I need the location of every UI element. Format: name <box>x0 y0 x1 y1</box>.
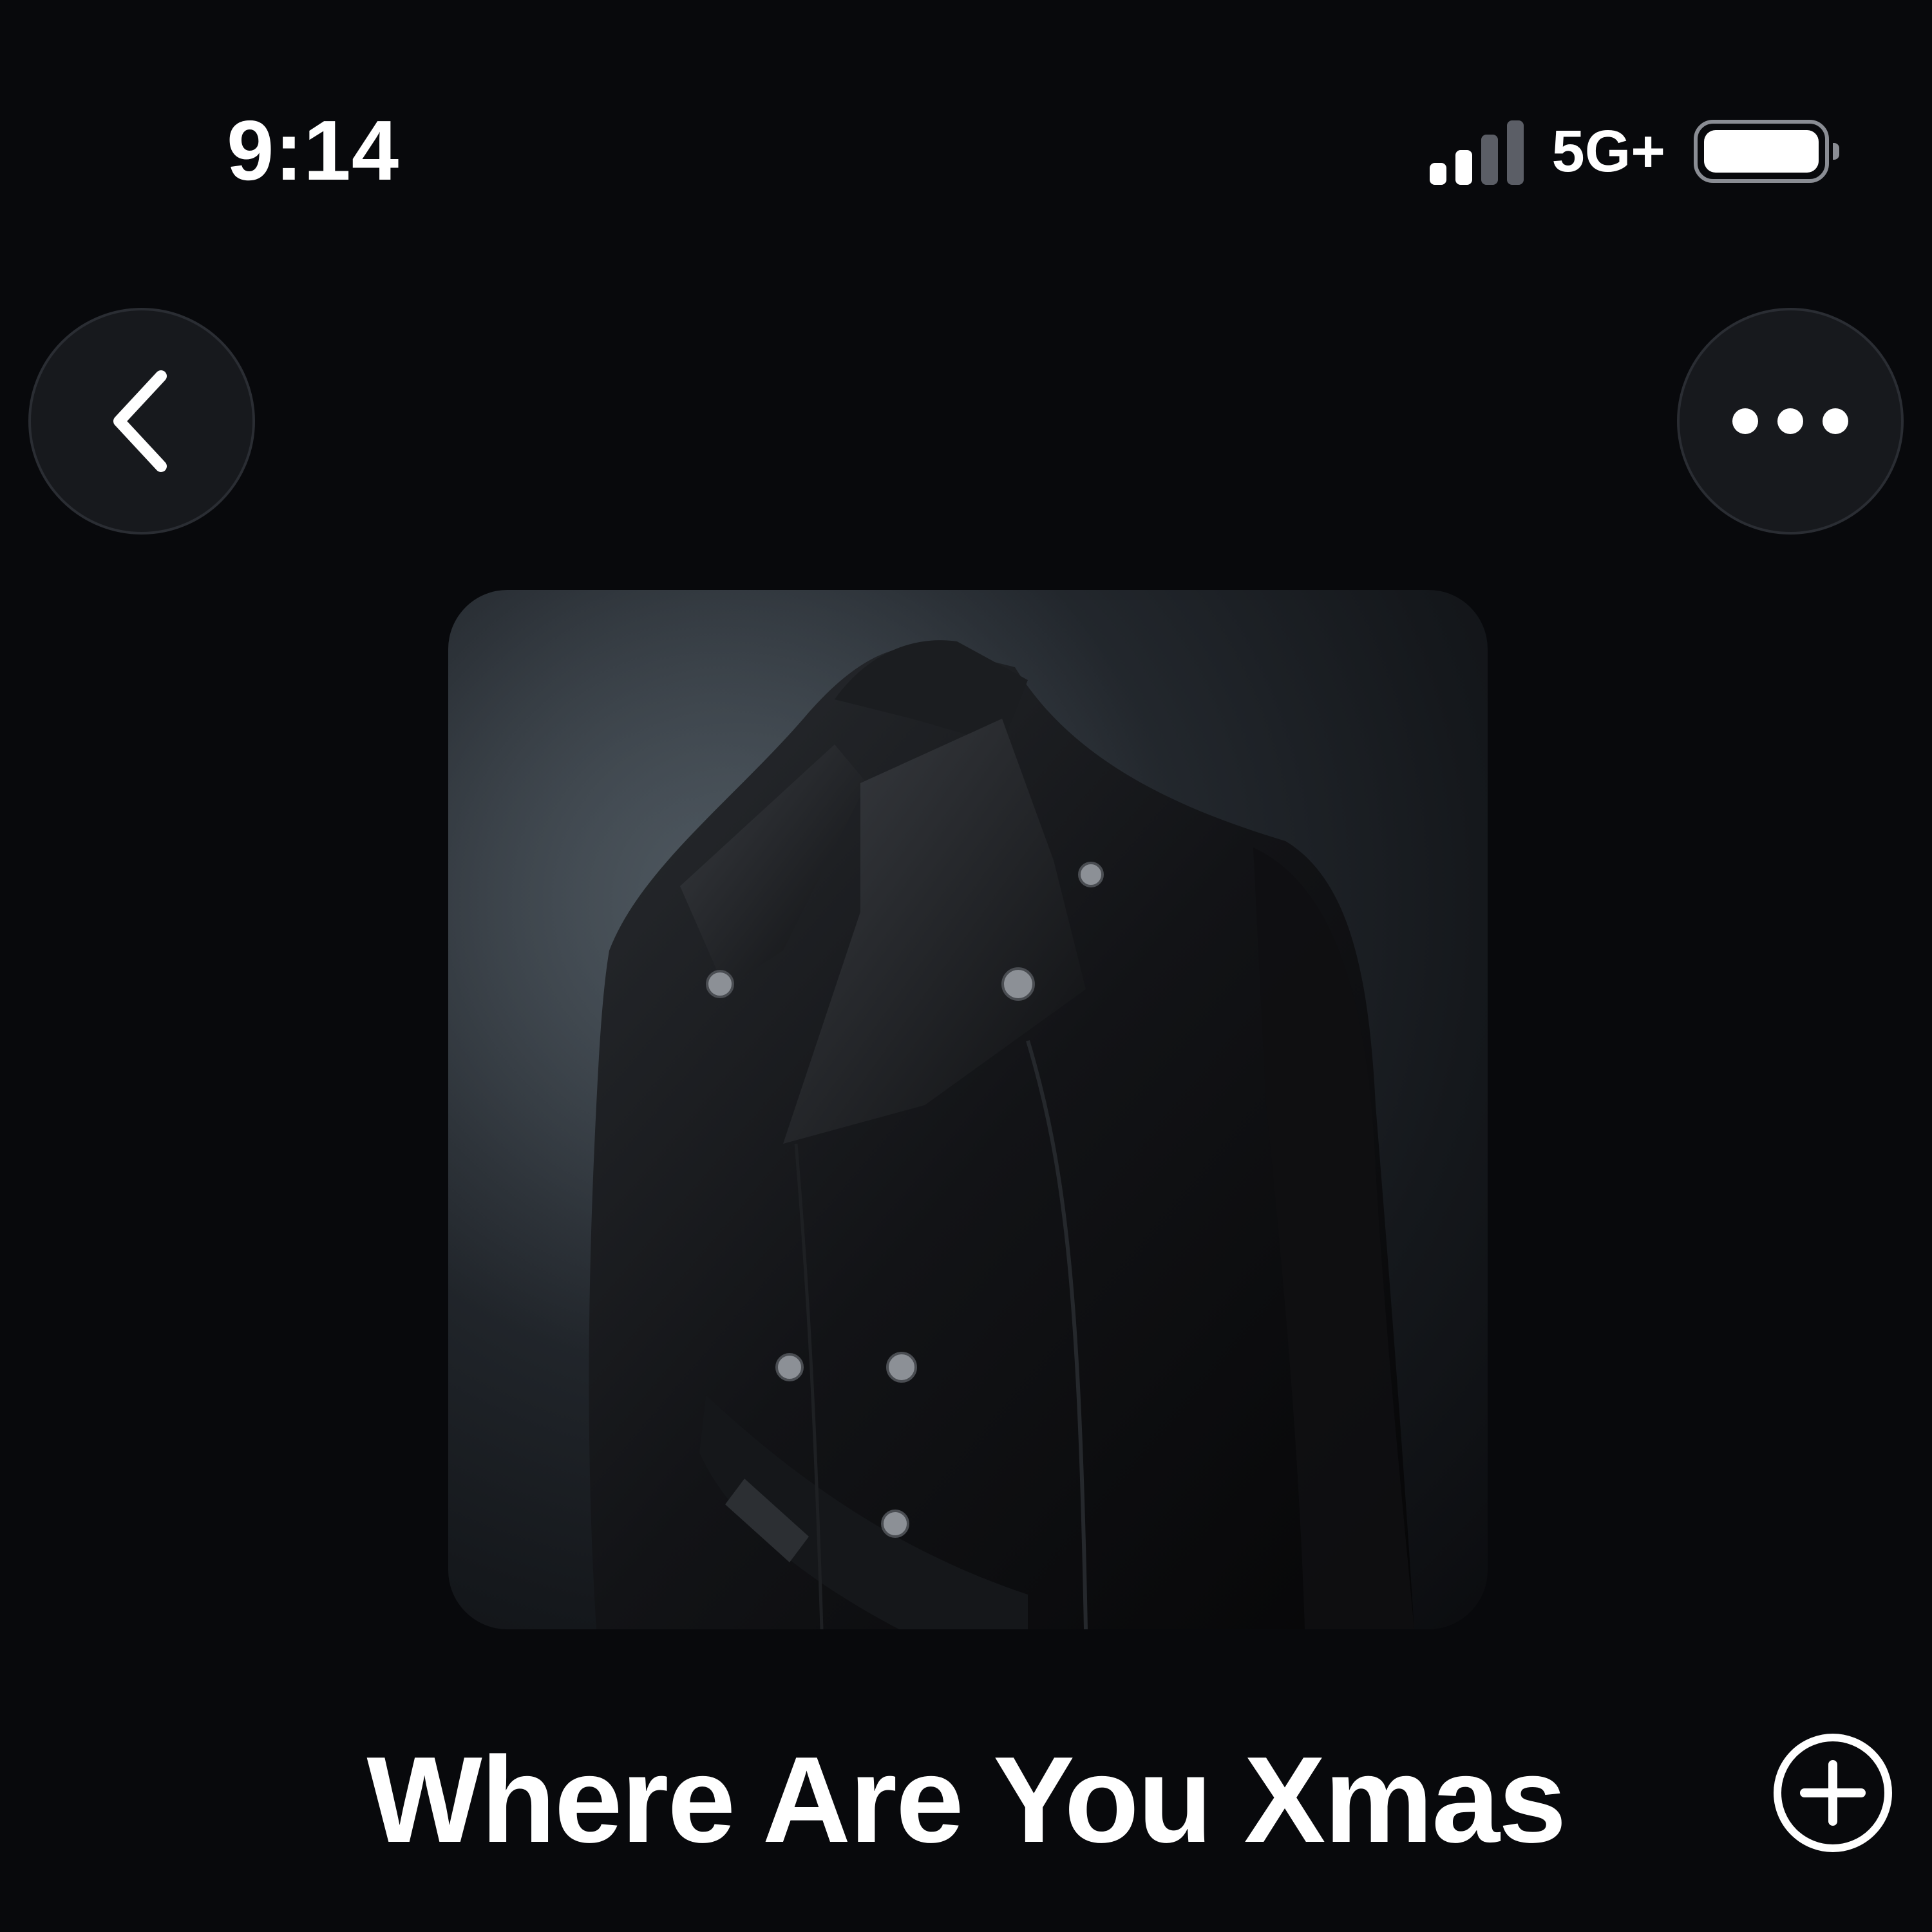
leather-coat-image <box>448 590 1488 1629</box>
status-time: 9:14 <box>227 103 400 198</box>
status-indicators: 5G+ <box>1429 116 1839 187</box>
more-options-button[interactable] <box>1677 308 1904 535</box>
back-button[interactable] <box>28 308 255 535</box>
chevron-left-icon <box>113 370 167 472</box>
add-to-library-button[interactable] <box>1771 1731 1895 1855</box>
ellipsis-icon <box>1732 408 1848 434</box>
network-type: 5G+ <box>1551 118 1665 184</box>
battery-fill <box>1704 130 1819 173</box>
plus-circle-icon <box>1774 1734 1892 1852</box>
now-playing-screen: 9:14 5G+ Where Are You Xmas <box>0 0 1932 1932</box>
track-title: Where Are You Xmas <box>366 1732 1566 1868</box>
cellular-signal-icon <box>1429 118 1524 185</box>
battery-icon <box>1694 120 1839 183</box>
album-artwork <box>448 590 1488 1629</box>
